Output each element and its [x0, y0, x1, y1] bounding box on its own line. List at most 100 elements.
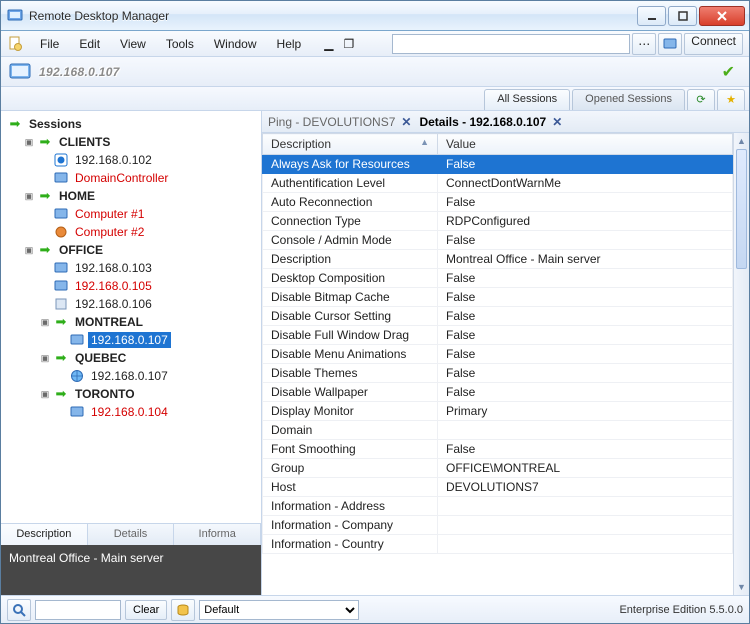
tree-item[interactable]: Computer #2 [72, 224, 147, 240]
table-row[interactable]: Connection TypeRDPConfigured [263, 212, 733, 231]
titlebar: Remote Desktop Manager [1, 1, 749, 31]
statusbar: Clear Default Enterprise Edition 5.5.0.0 [1, 595, 749, 623]
new-doc-icon[interactable] [7, 36, 23, 52]
tree-item[interactable]: DomainController [72, 170, 171, 186]
left-tab-information[interactable]: Informa [174, 524, 261, 545]
tab-refresh[interactable]: ⟳ [687, 89, 715, 110]
status-ok-icon: ✔ [722, 62, 735, 82]
table-row[interactable]: Disable ThemesFalse [263, 364, 733, 383]
left-tab-details[interactable]: Details [88, 524, 175, 545]
table-row[interactable]: GroupOFFICE\MONTREAL [263, 459, 733, 478]
menu-help[interactable]: Help [268, 33, 311, 55]
rdp-icon [53, 278, 69, 294]
menu-file[interactable]: File [31, 33, 68, 55]
collapse-icon[interactable]: ▣ [23, 136, 35, 148]
menu-tools[interactable]: Tools [157, 33, 203, 55]
prop-value: False [438, 269, 733, 288]
left-tab-description[interactable]: Description [1, 524, 88, 545]
table-row[interactable]: Disable WallpaperFalse [263, 383, 733, 402]
tree-item[interactable]: 192.168.0.104 [88, 404, 171, 420]
doc-tab-details[interactable]: Details - 192.168.0.107 ✕ [419, 115, 562, 129]
prop-name: Disable Menu Animations [263, 345, 438, 364]
table-row[interactable]: Disable Cursor SettingFalse [263, 307, 733, 326]
clear-button[interactable]: Clear [125, 600, 167, 620]
tab-favorites[interactable]: ★ [717, 89, 745, 110]
properties-grid[interactable]: Description▲ Value Always Ask for Resour… [262, 133, 733, 595]
tree-root[interactable]: Sessions [26, 116, 85, 132]
menu-window[interactable]: Window [205, 33, 266, 55]
sessions-tree[interactable]: ➡Sessions ▣➡CLIENTS 192.168.0.102 Domain… [3, 115, 259, 421]
table-row[interactable]: Font SmoothingFalse [263, 440, 733, 459]
scroll-up-icon[interactable]: ▲ [734, 133, 749, 149]
group-office[interactable]: OFFICE [56, 242, 106, 258]
tree-item[interactable]: 192.168.0.106 [72, 296, 155, 312]
tree-item[interactable]: 192.168.0.102 [72, 152, 155, 168]
collapse-icon[interactable]: ▣ [23, 190, 35, 202]
table-row[interactable]: Information - Address [263, 497, 733, 516]
dash-icon[interactable]: ▁ [320, 35, 337, 53]
table-row[interactable]: Information - Country [263, 535, 733, 554]
table-row[interactable]: Desktop CompositionFalse [263, 269, 733, 288]
window-minimize-button[interactable] [637, 6, 666, 26]
tree-item[interactable]: 192.168.0.105 [72, 278, 155, 294]
quick-connect-dropdown-button[interactable]: ⋯ [632, 33, 656, 55]
window-maximize-button[interactable] [668, 6, 697, 26]
col-value[interactable]: Value [438, 134, 733, 155]
prop-value [438, 516, 733, 535]
group-home[interactable]: HOME [56, 188, 98, 204]
search-icon[interactable] [7, 599, 31, 621]
group-clients[interactable]: CLIENTS [56, 134, 113, 150]
table-row[interactable]: Authentification LevelConnectDontWarnMe [263, 174, 733, 193]
table-row[interactable]: Disable Full Window DragFalse [263, 326, 733, 345]
connect-button[interactable]: Connect [684, 33, 743, 55]
table-row[interactable]: DescriptionMontreal Office - Main server [263, 250, 733, 269]
table-row[interactable]: HostDEVOLUTIONS7 [263, 478, 733, 497]
address-strip: 192.168.0.107 ✔ [1, 57, 749, 87]
scroll-down-icon[interactable]: ▼ [734, 579, 749, 595]
group-toronto[interactable]: TORONTO [72, 386, 138, 402]
prop-value: False [438, 364, 733, 383]
menu-edit[interactable]: Edit [70, 33, 109, 55]
arrow-right-icon: ➡ [37, 242, 53, 258]
group-montreal[interactable]: MONTREAL [72, 314, 146, 330]
window-icon[interactable]: ❐ [339, 35, 358, 53]
tab-opened-sessions[interactable]: Opened Sessions [572, 89, 685, 110]
table-row[interactable]: Always Ask for ResourcesFalse [263, 155, 733, 174]
table-row[interactable]: Information - Company [263, 516, 733, 535]
table-row[interactable]: Auto ReconnectionFalse [263, 193, 733, 212]
tree-item[interactable]: Computer #1 [72, 206, 147, 222]
close-icon[interactable]: ✕ [552, 115, 562, 129]
table-row[interactable]: Disable Bitmap CacheFalse [263, 288, 733, 307]
datasource-select[interactable]: Default [199, 600, 359, 620]
table-row[interactable]: Display MonitorPrimary [263, 402, 733, 421]
group-quebec[interactable]: QUEBEC [72, 350, 129, 366]
prop-value: False [438, 155, 733, 174]
scroll-thumb[interactable] [736, 149, 747, 269]
tree-item[interactable]: 192.168.0.103 [72, 260, 155, 276]
prop-value [438, 421, 733, 440]
collapse-icon[interactable]: ▣ [23, 244, 35, 256]
tree-item-selected[interactable]: 192.168.0.107 [88, 332, 171, 348]
vertical-scrollbar[interactable]: ▲ ▼ [733, 133, 749, 595]
app-icon [7, 8, 23, 24]
search-field[interactable] [35, 600, 121, 620]
menu-view[interactable]: View [111, 33, 155, 55]
tab-all-sessions[interactable]: All Sessions [484, 89, 570, 110]
sort-asc-icon[interactable]: ▲ [420, 137, 429, 147]
close-icon[interactable]: ✕ [401, 115, 411, 129]
quick-connect-go-button[interactable] [658, 33, 682, 55]
prop-name: Domain [263, 421, 438, 440]
collapse-icon[interactable]: ▣ [39, 316, 51, 328]
tree-item[interactable]: 192.168.0.107 [88, 368, 171, 384]
sessions-tabstrip: All Sessions Opened Sessions ⟳ ★ [1, 87, 749, 111]
collapse-icon[interactable]: ▣ [39, 352, 51, 364]
datasource-icon[interactable] [171, 599, 195, 621]
doc-tab-ping[interactable]: Ping - DEVOLUTIONS7 ✕ [268, 115, 411, 129]
window-close-button[interactable] [699, 6, 745, 26]
quick-connect-field[interactable] [392, 34, 630, 54]
table-row[interactable]: Domain [263, 421, 733, 440]
teamviewer-icon [53, 152, 69, 168]
table-row[interactable]: Console / Admin ModeFalse [263, 231, 733, 250]
collapse-icon[interactable]: ▣ [39, 388, 51, 400]
table-row[interactable]: Disable Menu AnimationsFalse [263, 345, 733, 364]
